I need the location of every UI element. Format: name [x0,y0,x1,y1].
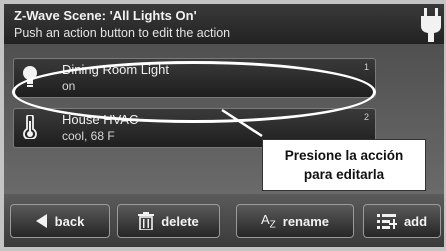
az-icon-sub: Z [269,219,276,231]
scene-title: Z-Wave Scene: 'All Lights On' [14,8,197,23]
add-button[interactable]: add [363,204,441,238]
add-label: add [403,213,428,229]
delete-label: delete [161,213,199,229]
delete-button[interactable]: delete [117,204,220,238]
back-arrow-icon [35,214,47,228]
az-icon-letter: A [260,211,270,227]
back-button[interactable]: back [10,204,110,238]
callout-annotation: Presione la acción para editarla [262,139,426,191]
action-number: 2 [363,112,369,122]
rename-label: rename [282,213,330,229]
add-list-icon [376,214,397,229]
thermometer-icon [23,115,37,139]
az-icon: AZ [261,212,276,231]
callout-line-1: Presione la acción [284,148,404,163]
touchscreen: Z-Wave Scene: 'All Lights On' Push an ac… [4,4,444,247]
rename-button[interactable]: AZ rename [236,204,354,238]
highlight-oval [12,61,376,123]
callout-line-2: para editarla [303,167,385,182]
back-label: back [54,213,85,229]
instruction-text: Push an action button to edit the action [14,26,231,40]
action-state: cool, 68 F [62,129,115,143]
trash-icon [138,212,155,230]
action-number: 1 [363,62,369,72]
button-bar: back delete AZ rename add [4,194,444,247]
plug-icon [421,8,441,42]
title-bar: Z-Wave Scene: 'All Lights On' Push an ac… [4,4,444,44]
